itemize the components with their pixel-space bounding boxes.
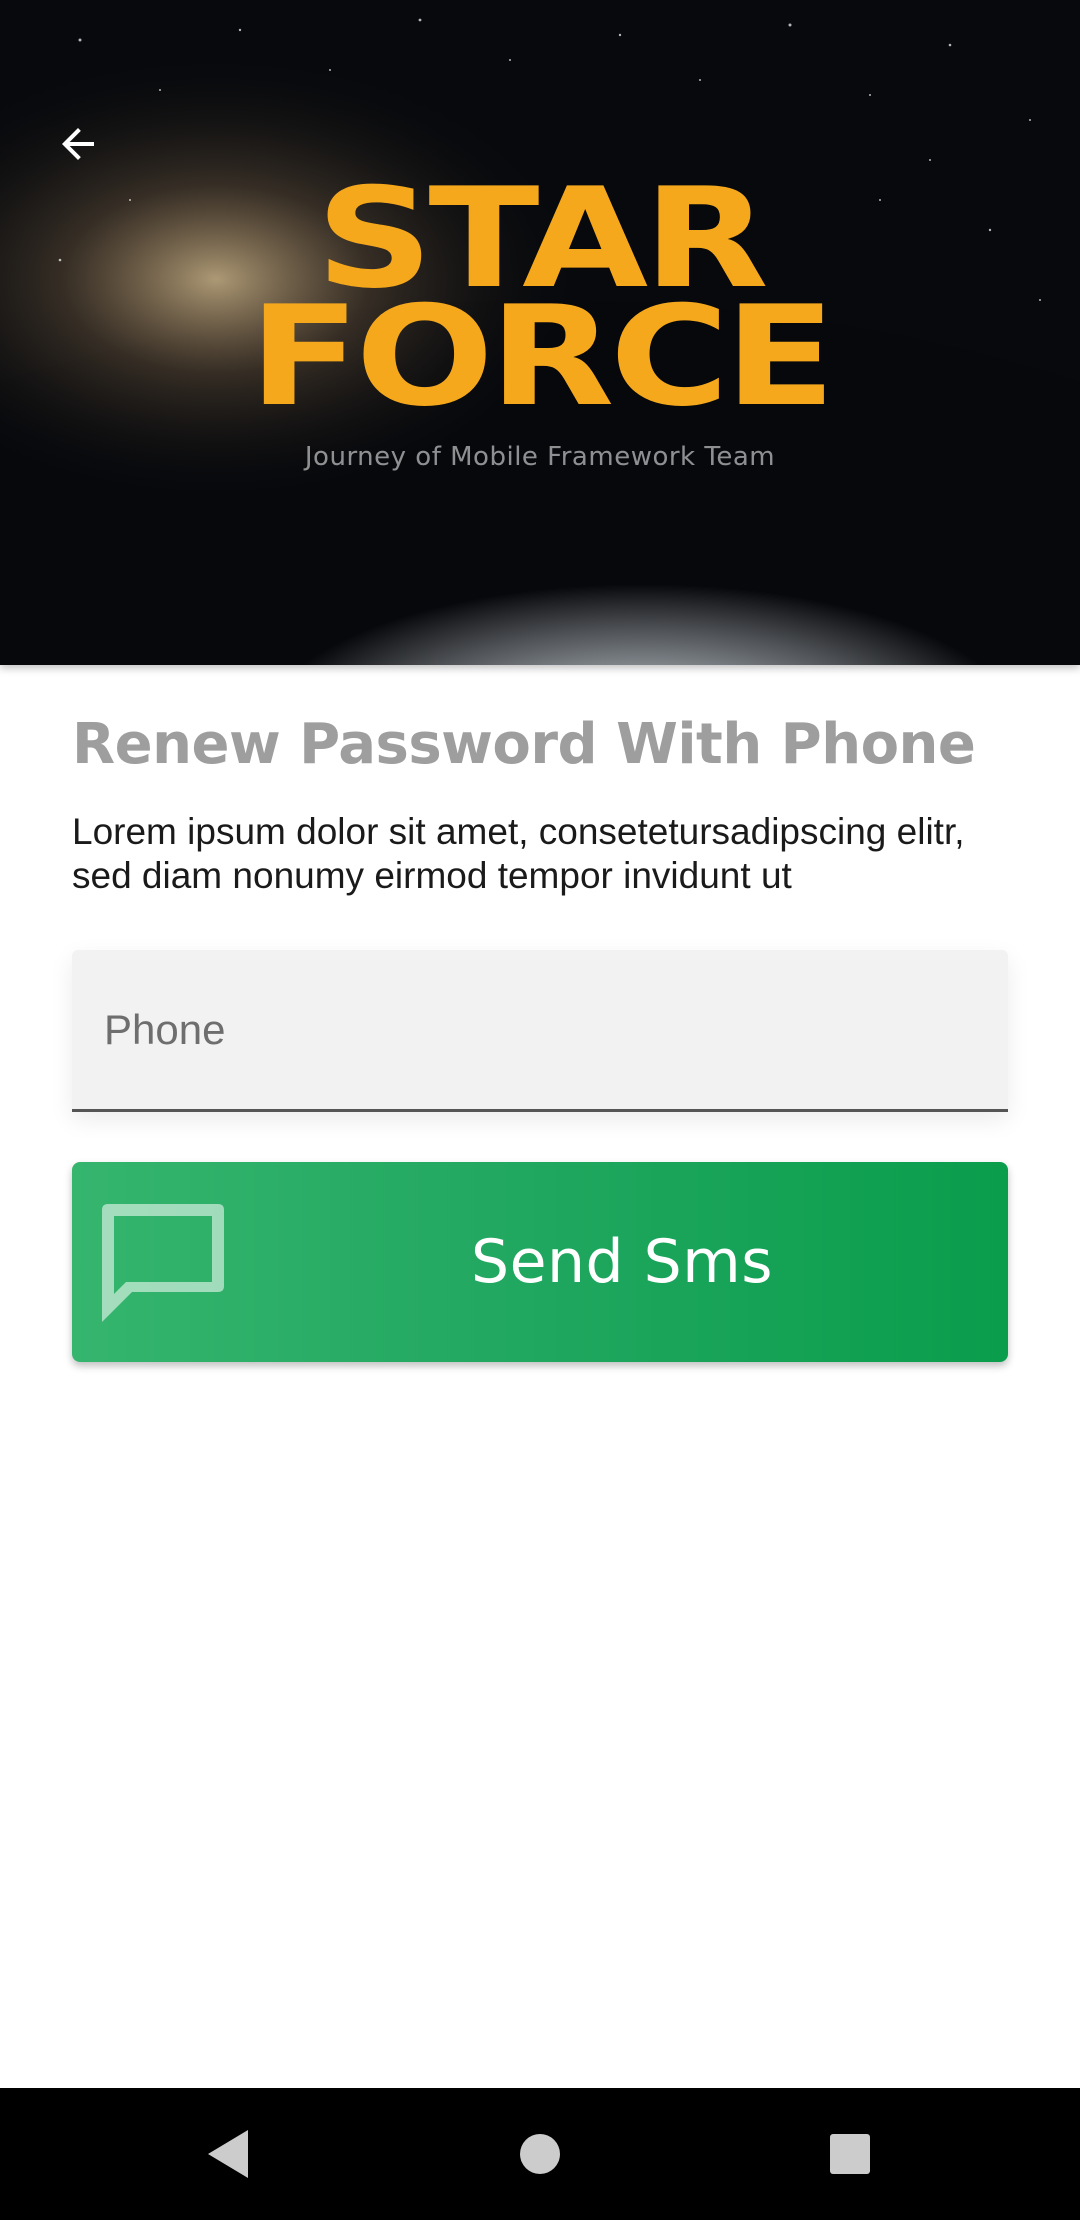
- back-button[interactable]: [36, 102, 120, 186]
- nav-home-button[interactable]: [504, 2118, 576, 2190]
- send-sms-button[interactable]: Send Sms: [72, 1162, 1008, 1362]
- star-force-logo: STAR FORCE Journey of Mobile Framework T…: [249, 170, 836, 480]
- page-title: Renew Password With Phone: [72, 712, 976, 777]
- nav-back-icon: [208, 2130, 248, 2178]
- arrow-left-icon: [62, 128, 94, 160]
- logo-line-2: FORCE: [248, 276, 836, 437]
- nav-back-button[interactable]: [192, 2118, 264, 2190]
- system-navigation-bar: [0, 2088, 1080, 2220]
- nav-recents-button[interactable]: [814, 2118, 886, 2190]
- send-sms-label: Send Sms: [471, 1227, 773, 1297]
- header-banner: STAR FORCE Journey of Mobile Framework T…: [0, 0, 1080, 665]
- page-description: Lorem ipsum dolor sit amet, consetetursa…: [72, 811, 965, 896]
- screen: STAR FORCE Journey of Mobile Framework T…: [0, 0, 1080, 2220]
- nav-recents-icon: [830, 2134, 870, 2174]
- phone-field[interactable]: [72, 950, 1008, 1112]
- message-icon: [102, 1204, 224, 1322]
- logo-tagline: Journey of Mobile Framework Team: [304, 442, 776, 472]
- nav-home-icon: [520, 2134, 560, 2174]
- phone-input[interactable]: [104, 950, 984, 1109]
